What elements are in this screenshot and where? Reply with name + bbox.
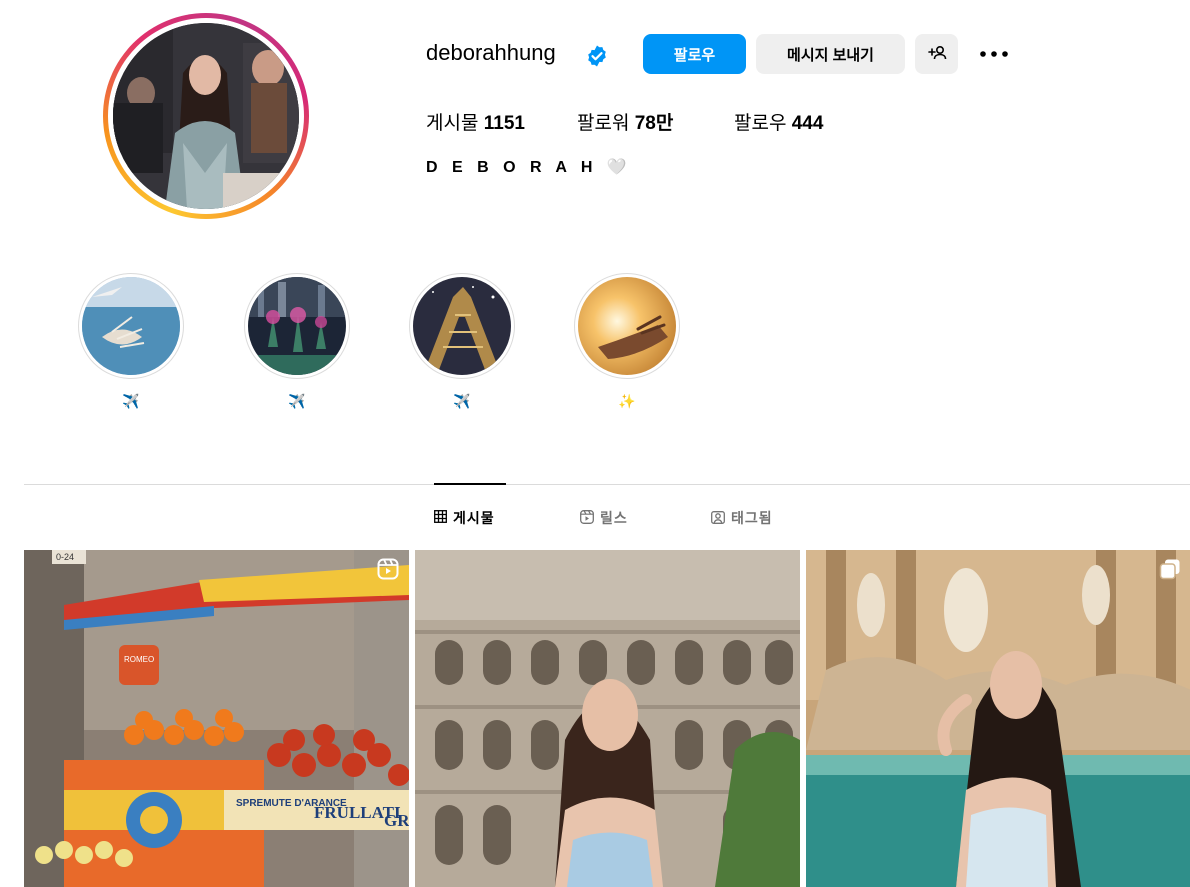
carousel-indicator-icon: [1159, 558, 1181, 580]
highlight-1[interactable]: ✈️: [78, 273, 184, 410]
active-tab-indicator: [434, 483, 506, 485]
highlight-3[interactable]: ✈️: [409, 273, 515, 410]
stat-posts-label: 게시물: [426, 113, 479, 134]
profile-avatar-ring[interactable]: [103, 13, 309, 219]
highlight-label: ✈️: [288, 393, 306, 409]
post-3[interactable]: [806, 550, 1190, 887]
highlight-label: ✈️: [122, 393, 140, 409]
highlight-ring: [574, 273, 680, 379]
highlight-label: ✨: [618, 393, 636, 409]
highlight-cover-city-night: [248, 277, 346, 375]
highlight-ring: [78, 273, 184, 379]
highlight-4[interactable]: ✨: [574, 273, 680, 410]
stat-following-label: 팔로우: [734, 113, 787, 134]
stat-following[interactable]: 팔로우 444: [734, 108, 823, 135]
highlight-cover-sun-hand: [578, 277, 676, 375]
highlight-ring: [244, 273, 350, 379]
add-user-icon: [927, 44, 947, 64]
tabs-divider: [24, 484, 1190, 485]
stat-posts: 게시물 1151: [426, 108, 525, 135]
post-2[interactable]: [415, 550, 800, 887]
display-name: D E B O R A H 🤍: [426, 159, 632, 176]
verified-badge-icon: [585, 44, 609, 68]
tab-tagged-label: 태그됨: [731, 510, 773, 526]
follow-button[interactable]: 팔로우: [643, 34, 746, 74]
post-1[interactable]: SPREMUTE D'ARANCE FRULLATI GRA ROMEO 0-2…: [24, 550, 409, 887]
cart-tag-romeo: ROMEO: [124, 655, 154, 664]
reel-indicator-icon: [377, 558, 399, 580]
highlight-cover-aerial: [82, 277, 180, 375]
message-button[interactable]: 메시지 보내기: [756, 34, 905, 74]
sign-text-gra: GRA: [384, 811, 409, 830]
more-options-icon[interactable]: [978, 40, 1010, 68]
avatar-border: [108, 18, 304, 214]
tab-tagged[interactable]: 태그됨: [711, 508, 773, 528]
tab-posts-label: 게시물: [453, 510, 495, 526]
username: deborahhung: [426, 40, 556, 65]
tagged-icon: [711, 510, 725, 527]
stat-followers-label: 팔로워: [577, 113, 630, 134]
stat-following-value: 444: [791, 113, 824, 134]
highlight-ring: [409, 273, 515, 379]
street-number: 0-24: [56, 552, 74, 562]
tab-reels-label: 릴스: [600, 510, 628, 526]
avatar: [113, 23, 299, 209]
stat-followers-value: 78만: [634, 113, 674, 134]
tab-posts[interactable]: 게시물: [434, 508, 495, 528]
stat-posts-value: 1151: [483, 113, 525, 134]
highlight-label: ✈️: [453, 393, 471, 409]
suggested-users-button[interactable]: [915, 34, 958, 74]
stat-followers[interactable]: 팔로워 78만: [577, 108, 673, 135]
highlight-cover-eiffel: [413, 277, 511, 375]
grid-icon: [434, 510, 447, 526]
tab-reels[interactable]: 릴스: [580, 508, 628, 528]
reels-icon: [580, 509, 594, 527]
highlight-2[interactable]: ✈️: [244, 273, 350, 410]
